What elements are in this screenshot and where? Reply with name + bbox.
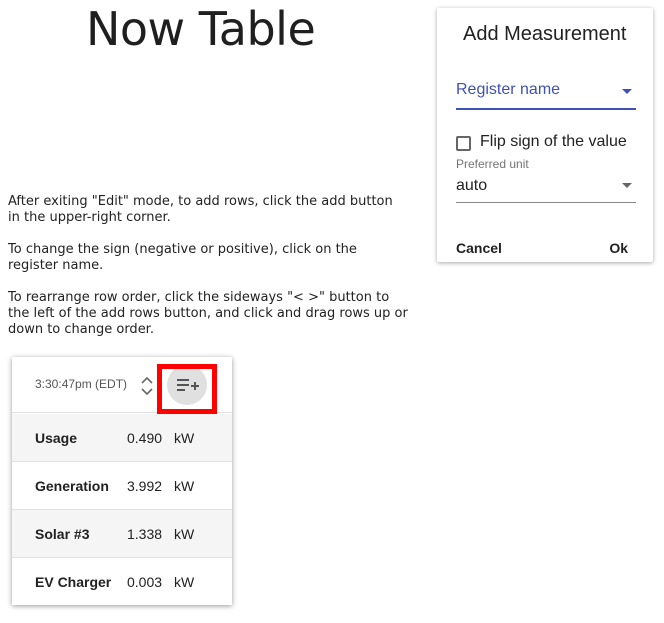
row-label[interactable]: Generation <box>35 478 109 494</box>
reorder-rows-button[interactable] <box>140 375 154 397</box>
dropdown-arrow-icon <box>622 89 632 94</box>
dropdown-arrow-icon <box>622 183 632 188</box>
row-unit: kW <box>174 478 195 494</box>
row-value: 0.490 <box>127 430 163 446</box>
row-unit: kW <box>174 574 195 590</box>
help-text-change-sign: To change the sign (negative or positive… <box>8 242 357 273</box>
row-value: 0.003 <box>127 574 163 590</box>
preferred-unit-value: auto <box>456 177 488 194</box>
row-label[interactable]: EV Charger <box>35 574 111 590</box>
table-row[interactable]: EV Charger 0.003 kW <box>12 558 232 606</box>
row-label[interactable]: Usage <box>35 430 77 446</box>
flip-sign-label: Flip sign of the value <box>480 133 627 150</box>
table-row[interactable]: Solar #3 1.338 kW <box>12 510 232 558</box>
table-row[interactable]: Usage 0.490 kW <box>12 414 232 462</box>
preferred-unit-select[interactable]: auto <box>456 171 636 203</box>
preferred-unit-label: Preferred unit <box>456 157 529 171</box>
row-unit: kW <box>174 526 195 542</box>
add-measurement-dialog: Add Measurement Register name Flip sign … <box>437 8 653 262</box>
flip-sign-row[interactable]: Flip sign of the value <box>456 133 646 153</box>
flip-sign-checkbox[interactable] <box>456 136 471 151</box>
page-title: Now Table <box>86 2 316 56</box>
row-value: 1.338 <box>127 526 163 542</box>
add-button-highlight <box>157 364 217 414</box>
register-name-select[interactable]: Register name <box>456 78 636 110</box>
help-text-rearrange: To rearrange row order, click the sidewa… <box>8 290 408 337</box>
row-label[interactable]: Solar #3 <box>35 526 89 542</box>
row-value: 3.992 <box>127 478 163 494</box>
row-unit: kW <box>174 430 195 446</box>
register-name-placeholder: Register name <box>456 81 561 98</box>
dialog-title: Add Measurement <box>463 23 627 45</box>
unfold-icon <box>141 376 153 396</box>
ok-button[interactable]: Ok <box>609 240 628 256</box>
cancel-button[interactable]: Cancel <box>456 240 502 256</box>
timestamp: 3:30:47pm (EDT) <box>35 377 128 391</box>
table-row[interactable]: Generation 3.992 kW <box>12 462 232 510</box>
help-text-add-rows: After exiting "Edit" mode, to add rows, … <box>8 194 393 225</box>
